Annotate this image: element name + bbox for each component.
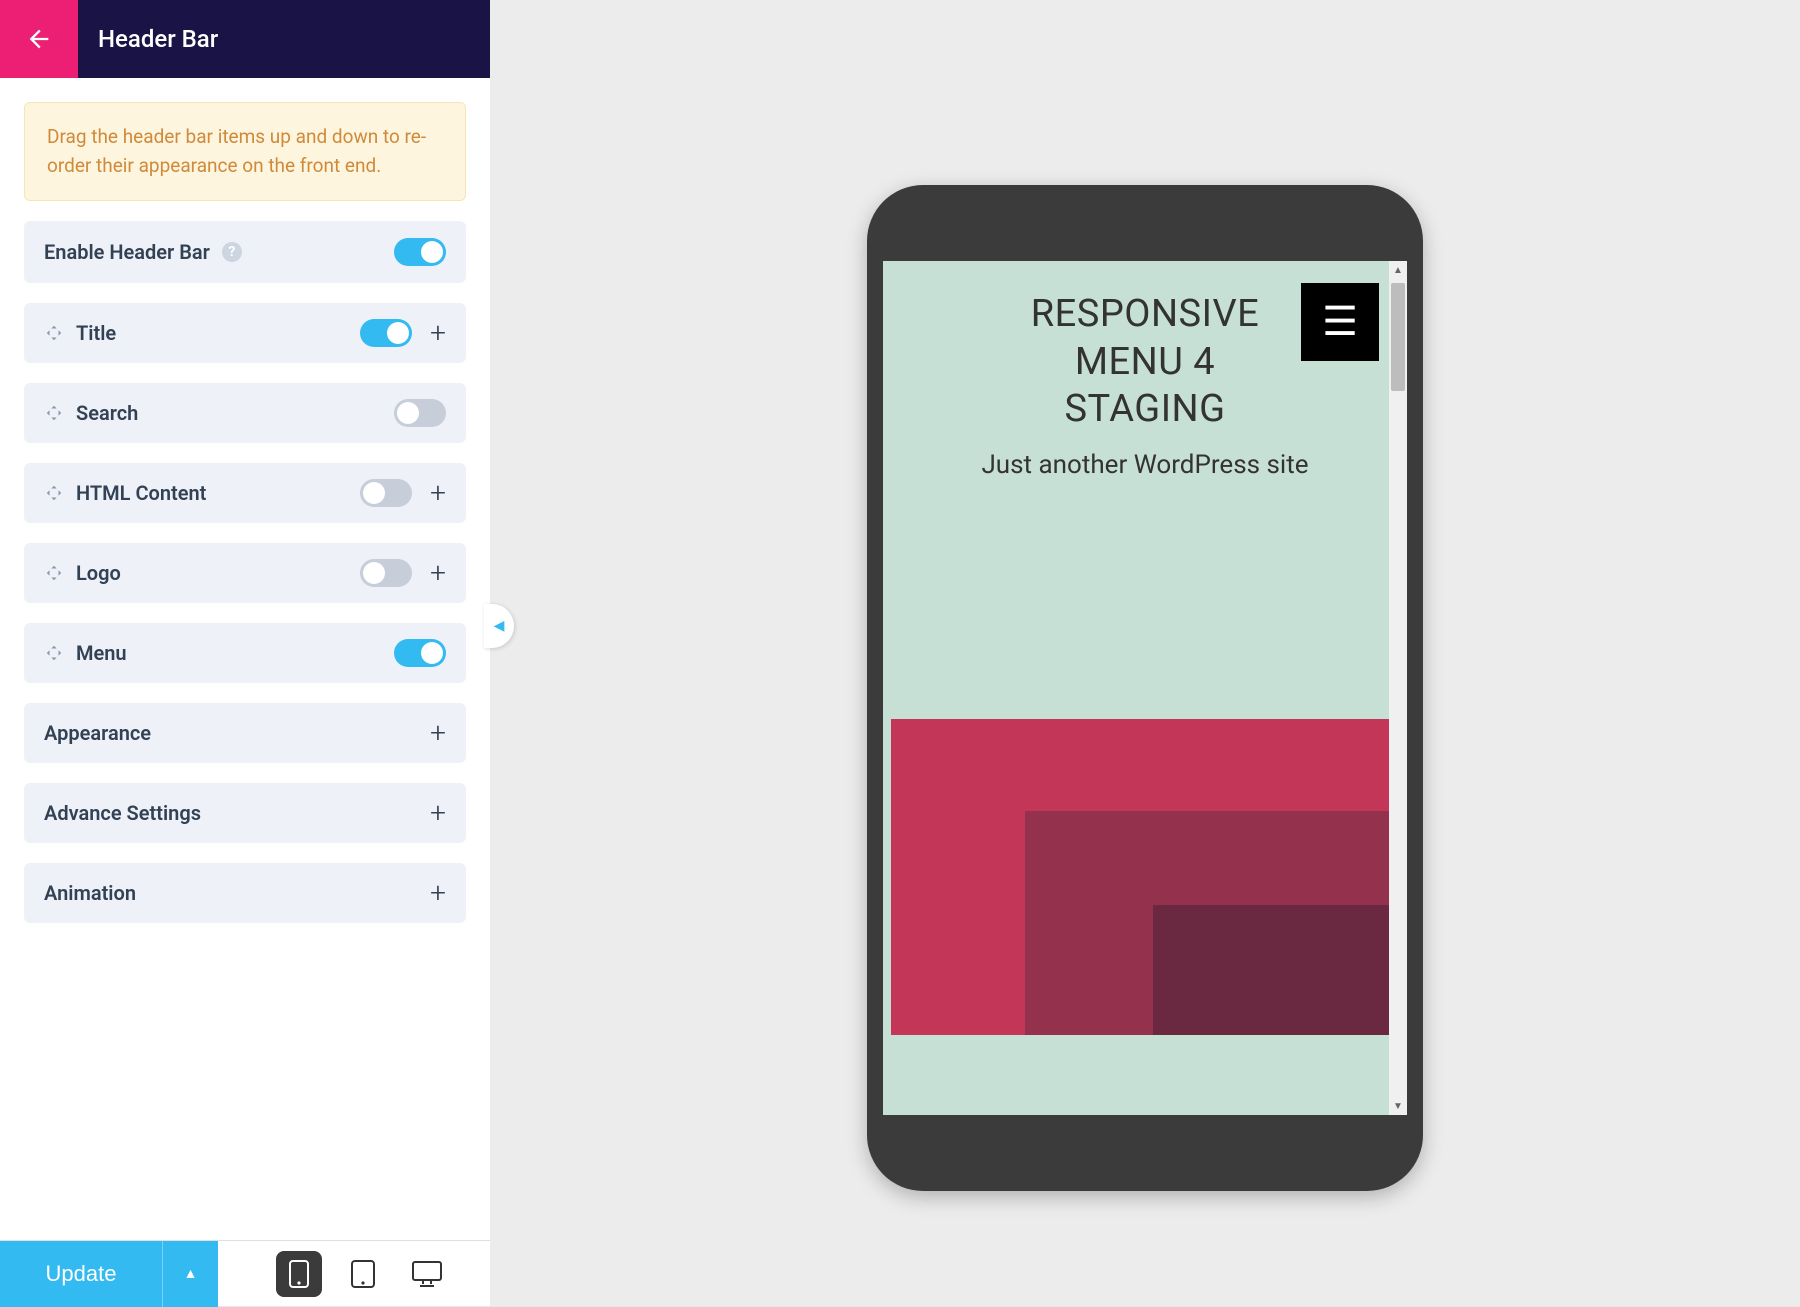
scroll-down-icon[interactable]: ▼ xyxy=(1389,1097,1407,1115)
drag-handle-icon[interactable] xyxy=(44,483,64,503)
sidebar-footer: Update ▲ xyxy=(0,1240,490,1306)
drag-handle-icon[interactable] xyxy=(44,643,64,663)
sidebar-header: Header Bar xyxy=(0,0,490,78)
advance-settings-expand[interactable]: + xyxy=(430,799,446,827)
preview-content-image xyxy=(891,719,1389,1035)
device-desktop-button[interactable] xyxy=(404,1251,450,1297)
title-label: Title xyxy=(76,321,116,345)
menu-row[interactable]: Menu xyxy=(24,623,466,683)
arrow-left-icon xyxy=(25,25,53,53)
help-icon[interactable]: ? xyxy=(222,242,242,262)
enable-header-bar-label: Enable Header Bar xyxy=(44,240,210,264)
animation-section[interactable]: Animation + xyxy=(24,863,466,923)
scroll-thumb[interactable] xyxy=(1391,283,1405,391)
triangle-up-icon: ▲ xyxy=(184,1265,198,1282)
html-content-row[interactable]: HTML Content + xyxy=(24,463,466,523)
hamburger-menu-button[interactable]: ☰ xyxy=(1301,283,1379,361)
back-button[interactable] xyxy=(0,0,78,78)
preview-area: ☰ RESPONSIVE MENU 4 STAGING Just another… xyxy=(490,0,1800,1306)
title-toggle[interactable] xyxy=(360,319,412,347)
preview-site-title: RESPONSIVE MENU 4 STAGING xyxy=(990,291,1300,434)
appearance-section[interactable]: Appearance + xyxy=(24,703,466,763)
device-switcher xyxy=(276,1251,450,1297)
mobile-icon xyxy=(288,1259,310,1289)
page-title: Header Bar xyxy=(78,25,218,53)
phone-screen: ☰ RESPONSIVE MENU 4 STAGING Just another… xyxy=(883,261,1407,1115)
update-dropdown-button[interactable]: ▲ xyxy=(162,1241,218,1307)
search-toggle[interactable] xyxy=(394,399,446,427)
update-button[interactable]: Update xyxy=(0,1241,162,1307)
logo-toggle[interactable] xyxy=(360,559,412,587)
device-mobile-button[interactable] xyxy=(276,1251,322,1297)
advance-settings-section[interactable]: Advance Settings + xyxy=(24,783,466,843)
animation-expand[interactable]: + xyxy=(430,879,446,907)
logo-expand[interactable]: + xyxy=(430,559,446,587)
menu-label: Menu xyxy=(76,641,127,665)
logo-label: Logo xyxy=(76,561,121,585)
search-row[interactable]: Search xyxy=(24,383,466,443)
reorder-notice: Drag the header bar items up and down to… xyxy=(24,102,466,201)
phone-frame: ☰ RESPONSIVE MENU 4 STAGING Just another… xyxy=(867,185,1423,1191)
advance-settings-label: Advance Settings xyxy=(44,801,201,825)
tablet-icon xyxy=(350,1259,376,1289)
animation-label: Animation xyxy=(44,881,136,905)
drag-handle-icon[interactable] xyxy=(44,563,64,583)
drag-handle-icon[interactable] xyxy=(44,323,64,343)
menu-toggle[interactable] xyxy=(394,639,446,667)
enable-header-bar-row: Enable Header Bar ? xyxy=(24,221,466,283)
appearance-label: Appearance xyxy=(44,721,151,745)
sidebar-body: Drag the header bar items up and down to… xyxy=(0,78,490,1240)
html-content-label: HTML Content xyxy=(76,481,206,505)
settings-sidebar: Header Bar Drag the header bar items up … xyxy=(0,0,490,1306)
preview-scrollbar[interactable]: ▲ ▼ xyxy=(1389,261,1407,1115)
drag-handle-icon[interactable] xyxy=(44,403,64,423)
enable-header-bar-toggle[interactable] xyxy=(394,238,446,266)
search-label: Search xyxy=(76,401,138,425)
title-row[interactable]: Title + xyxy=(24,303,466,363)
html-content-expand[interactable]: + xyxy=(430,479,446,507)
scroll-up-icon[interactable]: ▲ xyxy=(1389,261,1407,279)
desktop-icon xyxy=(411,1260,443,1288)
preview-site-tagline: Just another WordPress site xyxy=(975,448,1315,483)
triangle-left-icon: ◀ xyxy=(494,618,505,634)
html-content-toggle[interactable] xyxy=(360,479,412,507)
device-tablet-button[interactable] xyxy=(340,1251,386,1297)
logo-row[interactable]: Logo + xyxy=(24,543,466,603)
title-expand[interactable]: + xyxy=(430,319,446,347)
hamburger-icon: ☰ xyxy=(1322,302,1358,342)
preview-site-header: ☰ RESPONSIVE MENU 4 STAGING Just another… xyxy=(883,261,1407,503)
appearance-expand[interactable]: + xyxy=(430,719,446,747)
